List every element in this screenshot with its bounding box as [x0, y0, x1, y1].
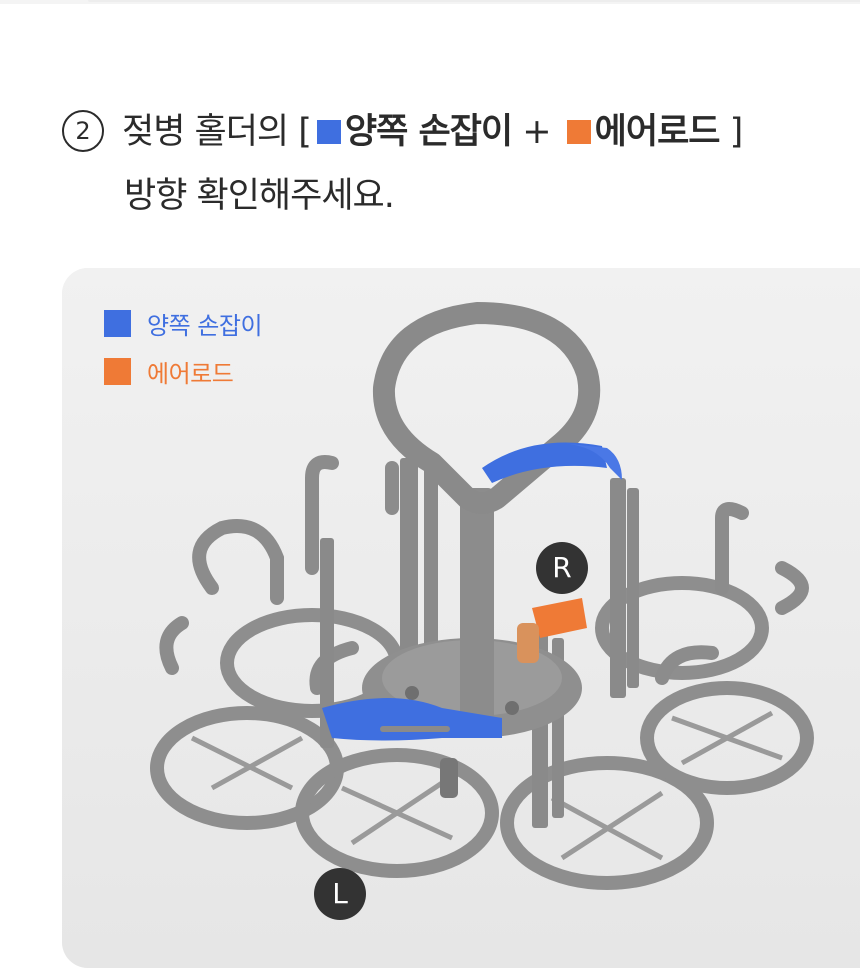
product-image-panel: 양쪽 손잡이 에어로드 R L — [62, 268, 860, 968]
instruction-prefix: 젖병 홀더의 [ — [122, 112, 312, 152]
right-side-marker: R — [536, 542, 588, 594]
instruction-suffix: ] — [719, 112, 744, 152]
step-number-badge: 2 — [62, 110, 104, 152]
top-divider-rule — [88, 0, 860, 2]
instruction-airrod-label: 에어로드 — [594, 112, 721, 152]
instruction-handles-label: 양쪽 손잡이 — [344, 112, 513, 152]
legend-item-airrod: 에어로드 — [104, 357, 262, 388]
legend-airrod-swatch — [104, 357, 131, 385]
legend-handles-label: 양쪽 손잡이 — [147, 311, 263, 340]
airrod-color-square — [566, 120, 591, 144]
legend-handles-swatch — [104, 309, 131, 337]
instruction-line-2: 방향 확인해주세요. — [124, 176, 395, 216]
handles-color-square — [316, 120, 341, 144]
left-side-marker: L — [314, 868, 366, 920]
color-legend: 양쪽 손잡이 에어로드 — [104, 309, 263, 406]
step-instruction: 2 젖병 홀더의 [ 양쪽 손잡이 + 에어로드 ] 방향 확인해주세요. — [62, 100, 852, 228]
instruction-plus: + — [512, 112, 561, 152]
legend-item-handles: 양쪽 손잡이 — [104, 309, 263, 340]
instruction-line-1: 2 젖병 홀더의 [ 양쪽 손잡이 + 에어로드 ] — [62, 100, 852, 164]
legend-airrod-label: 에어로드 — [147, 359, 234, 388]
